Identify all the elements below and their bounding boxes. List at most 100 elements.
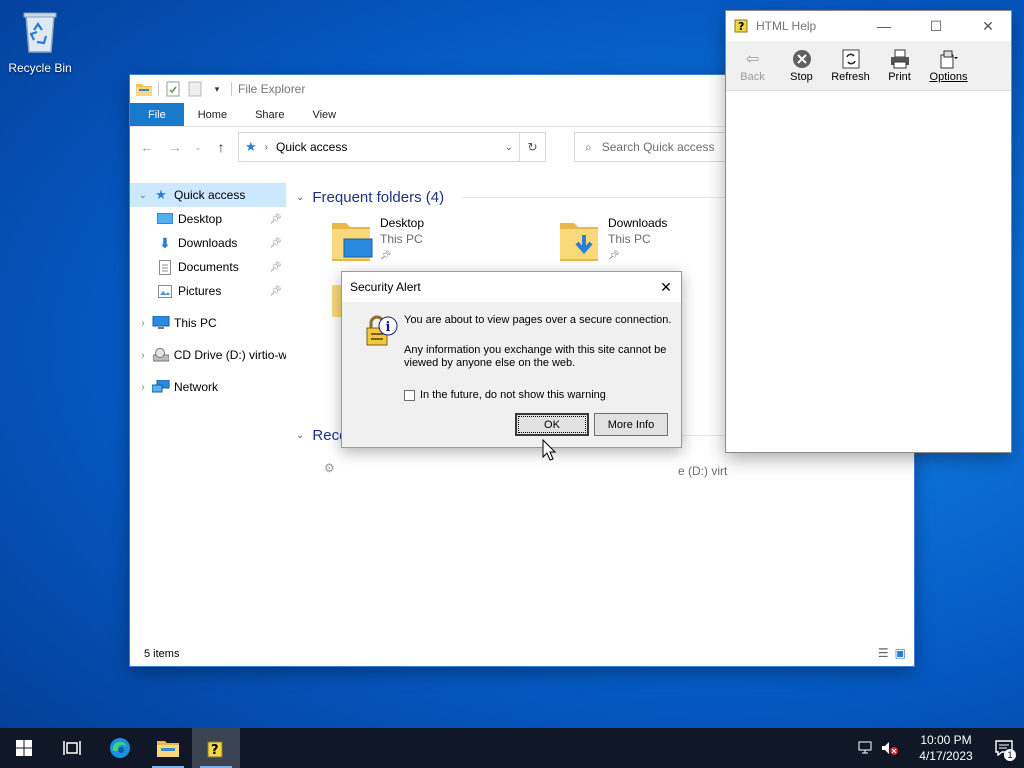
security-alert-dialog[interactable]: Security Alert ✕ i You are about to view…: [341, 271, 682, 461]
more-info-button[interactable]: More Info: [594, 413, 668, 436]
taskbar-html-help[interactable]: ?: [192, 728, 240, 768]
sidebar-item-label: This PC: [174, 316, 217, 330]
search-icon: ⌕: [585, 139, 592, 154]
forward-arrow-icon[interactable]: →: [164, 136, 186, 158]
back-button[interactable]: ⇦ Back: [728, 41, 777, 90]
tab-share[interactable]: Share: [241, 103, 298, 126]
svg-text:?: ?: [738, 20, 744, 33]
taskbar-file-explorer[interactable]: [144, 728, 192, 768]
action-center-button[interactable]: 1: [984, 728, 1024, 768]
printer-icon: [890, 49, 909, 68]
sidebar-item-this-pc[interactable]: › This PC: [130, 311, 286, 335]
html-help-window[interactable]: ? HTML Help — ☐ ✕ ⇦ Back Stop Refresh Pr…: [726, 11, 1011, 452]
speaker-muted-icon[interactable]: [878, 741, 902, 755]
tab-view[interactable]: View: [298, 103, 350, 126]
clock[interactable]: 10:00 PM 4/17/2023: [908, 732, 984, 764]
folder-icon: [157, 741, 179, 757]
network-icon[interactable]: [854, 741, 878, 755]
expand-chevron-icon[interactable]: ›: [136, 350, 150, 361]
expand-chevron-icon[interactable]: ›: [136, 382, 150, 393]
qat-divider: [158, 82, 159, 96]
help-icon: ?: [207, 741, 223, 758]
options-icon: [940, 50, 958, 68]
task-view-icon: [63, 741, 81, 755]
ok-button[interactable]: OK: [515, 413, 589, 436]
pin-icon[interactable]: 📌︎: [269, 286, 282, 297]
address-bar[interactable]: ★ › Quick access ⌄: [238, 132, 520, 162]
tab-file[interactable]: File: [130, 103, 184, 126]
sidebar-item-label: Documents: [178, 260, 239, 274]
collapse-chevron-icon[interactable]: ⌄: [296, 192, 304, 203]
title-divider: [231, 82, 232, 96]
properties-icon[interactable]: [165, 81, 181, 97]
sidebar-item-desktop[interactable]: Desktop 📌︎: [130, 207, 286, 231]
print-label: Print: [888, 70, 911, 83]
dialog-titlebar[interactable]: Security Alert ✕: [342, 272, 681, 302]
stop-button[interactable]: Stop: [777, 41, 826, 90]
large-icons-view-icon[interactable]: ▣: [895, 646, 906, 660]
clock-date: 4/17/2023: [919, 749, 973, 763]
details-view-icon[interactable]: ☰: [878, 646, 889, 660]
maximize-button[interactable]: ☐: [913, 11, 959, 41]
refresh-button[interactable]: ↻: [520, 132, 546, 162]
recycle-bin-shortcut[interactable]: Recycle Bin: [6, 8, 74, 75]
sidebar-item-label: Pictures: [178, 284, 222, 298]
alert-detail: Any information you exchange with this s…: [404, 344, 667, 369]
sidebar-item-cd-drive[interactable]: › CD Drive (D:) virtio-w: [130, 343, 286, 367]
expand-chevron-icon[interactable]: ›: [136, 318, 150, 329]
download-arrow-icon: ⬇: [159, 234, 171, 251]
breadcrumb-chevron-icon: ›: [264, 141, 268, 153]
taskbar-edge[interactable]: [96, 728, 144, 768]
back-arrow-icon[interactable]: ←: [136, 136, 158, 158]
search-input[interactable]: ⌕ Search Quick access: [574, 132, 744, 162]
sidebar-item-downloads[interactable]: ⬇ Downloads 📌︎: [130, 231, 286, 255]
close-button[interactable]: ✕: [965, 11, 1011, 41]
pin-icon[interactable]: 📌︎: [269, 238, 282, 249]
recent-locations-icon[interactable]: ⌄: [192, 136, 204, 158]
group-heading: Frequent folders (4): [312, 188, 445, 206]
minimize-button[interactable]: —: [861, 11, 907, 41]
dont-show-checkbox[interactable]: In the future, do not show this warning: [404, 389, 606, 401]
clock-time: 10:00 PM: [920, 733, 972, 747]
qat-dropdown-icon[interactable]: ▾: [209, 81, 225, 97]
tab-home[interactable]: Home: [184, 103, 241, 126]
pin-icon[interactable]: 📌︎: [269, 214, 282, 225]
downloads-folder-icon: [560, 223, 598, 261]
sidebar-item-network[interactable]: › Network: [130, 375, 286, 399]
task-view-button[interactable]: [48, 728, 96, 768]
address-dropdown-icon[interactable]: ⌄: [505, 142, 513, 153]
pictures-icon: [156, 283, 174, 299]
html-help-titlebar[interactable]: ? HTML Help — ☐ ✕: [726, 11, 1011, 41]
network-icon: [152, 379, 170, 395]
close-button[interactable]: ✕: [651, 272, 681, 302]
options-button[interactable]: Options: [924, 41, 973, 90]
up-arrow-icon[interactable]: ↑: [210, 136, 232, 158]
view-toggle-buttons: ☰ ▣: [878, 646, 906, 660]
collapse-chevron-icon[interactable]: ⌄: [296, 430, 304, 441]
checkbox-label[interactable]: In the future, do not show this warning: [420, 389, 606, 401]
pin-icon[interactable]: 📌︎: [269, 262, 282, 273]
refresh-button[interactable]: Refresh: [826, 41, 875, 90]
computer-icon: [152, 315, 170, 331]
svg-text:?: ?: [211, 743, 219, 758]
breadcrumb[interactable]: Quick access: [276, 140, 497, 154]
start-button[interactable]: [0, 728, 48, 768]
pin-icon: 📌︎: [608, 250, 620, 260]
folder-tile-desktop[interactable]: Desktop This PC 📌︎: [332, 215, 424, 263]
desktop-folder-icon: [332, 223, 373, 261]
folder-tile-downloads[interactable]: Downloads This PC 📌︎: [560, 215, 667, 263]
edge-browser-icon: [110, 738, 130, 758]
sidebar-item-pictures[interactable]: Pictures 📌︎: [130, 279, 286, 303]
dialog-title: Security Alert: [350, 280, 421, 294]
expand-chevron-icon[interactable]: ⌄: [136, 190, 150, 201]
checkbox-box[interactable]: [404, 389, 415, 401]
sidebar-item-documents[interactable]: Documents 📌︎: [130, 255, 286, 279]
sidebar-item-quick-access[interactable]: ⌄ ★ Quick access: [130, 183, 286, 207]
new-folder-icon[interactable]: [187, 81, 203, 97]
refresh-icon: [842, 49, 859, 68]
print-button[interactable]: Print: [875, 41, 924, 90]
folder-name: Desktop: [380, 216, 425, 230]
sidebar-item-label: Desktop: [178, 212, 223, 226]
